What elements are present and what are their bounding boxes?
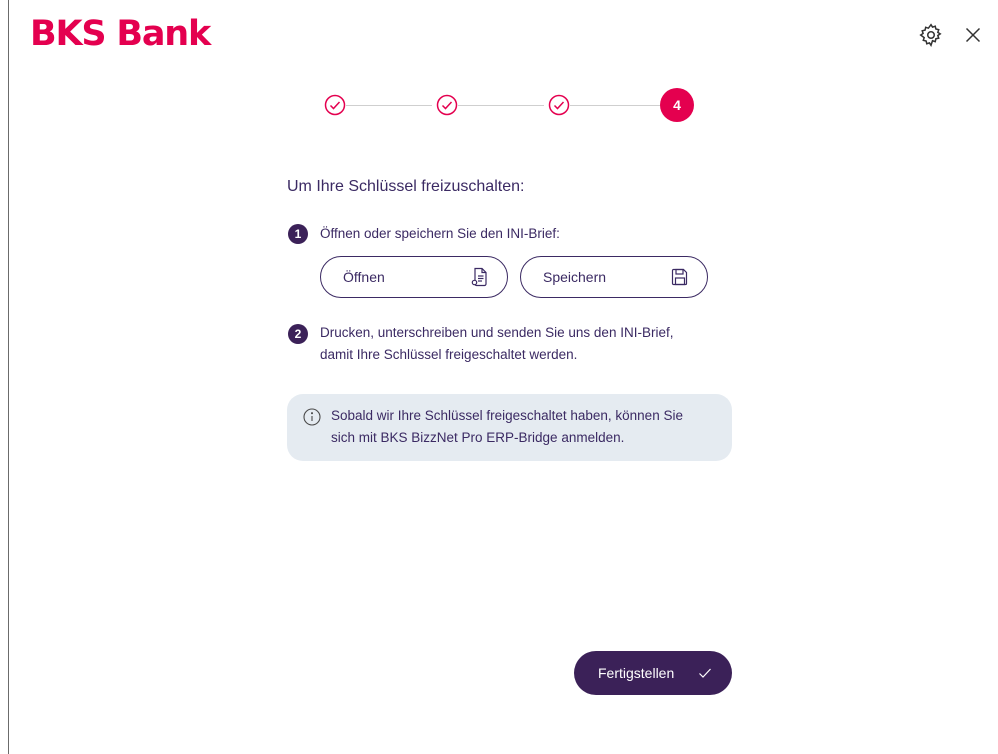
floppy-disk-icon	[671, 268, 688, 286]
info-text: Sobald wir Ihre Schlüssel freigeschaltet…	[331, 405, 721, 449]
checkmark-icon	[699, 668, 711, 678]
settings-button[interactable]	[918, 22, 944, 48]
info-icon	[303, 408, 321, 426]
progress-stepper: 4	[320, 88, 696, 124]
close-button[interactable]	[960, 22, 986, 48]
step-number-badge: 1	[288, 224, 308, 244]
step-connector	[346, 105, 432, 106]
step-connector	[570, 105, 660, 106]
info-text-line-2: sich mit BKS BizzNet Pro ERP-Bridge anme…	[331, 430, 625, 445]
instructions-heading: Um Ihre Schlüssel freizuschalten:	[287, 178, 525, 195]
step-1-text: Öffnen oder speichern Sie den INI-Brief:	[320, 226, 560, 241]
close-icon	[965, 27, 981, 43]
step-1-check-icon	[324, 94, 346, 116]
bks-bank-logo: BKS Bank	[30, 14, 211, 54]
finish-button-label: Fertigstellen	[598, 665, 675, 681]
step-2-text-line-1: Drucken, unterschreiben und senden Sie u…	[320, 325, 674, 340]
document-icon	[471, 267, 487, 287]
open-ini-letter-button[interactable]: Öffnen	[320, 256, 508, 298]
save-button-label: Speichern	[543, 269, 607, 285]
gear-icon	[919, 23, 942, 48]
save-ini-letter-button[interactable]: Speichern	[520, 256, 708, 298]
step-2-check-icon	[436, 94, 458, 116]
step-number-badge: 2	[288, 324, 308, 344]
step-connector	[458, 105, 544, 106]
window-border	[8, 0, 9, 754]
info-notice: Sobald wir Ihre Schlüssel freigeschaltet…	[287, 394, 732, 461]
step-4-current: 4	[660, 88, 694, 122]
open-button-label: Öffnen	[343, 269, 385, 285]
info-text-line-1: Sobald wir Ihre Schlüssel freigeschaltet…	[331, 408, 683, 423]
step-3-check-icon	[548, 94, 570, 116]
finish-button[interactable]: Fertigstellen	[574, 651, 732, 695]
step-2-text-line-2: damit Ihre Schlüssel freigeschaltet werd…	[320, 347, 578, 362]
